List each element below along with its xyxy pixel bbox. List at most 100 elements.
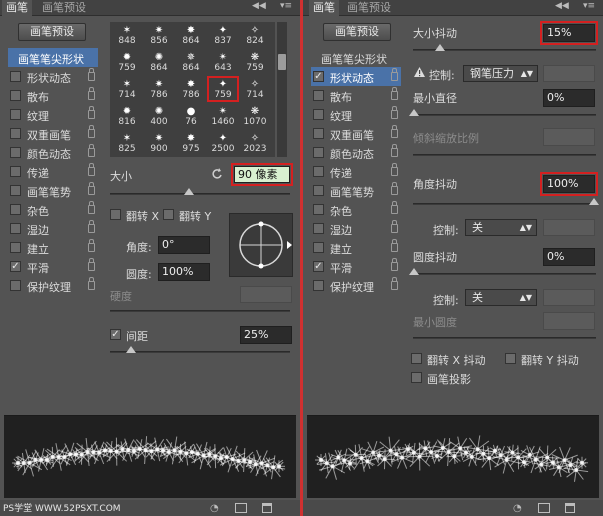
brush-presets-button[interactable]: 画笔预设 bbox=[323, 23, 391, 41]
lock-icon[interactable] bbox=[391, 125, 398, 138]
sidebar-item[interactable]: 颜色动态 bbox=[8, 143, 98, 162]
sidebar-item[interactable]: 画笔笔势 bbox=[8, 181, 98, 200]
sidebar-item[interactable]: 颜色动态 bbox=[311, 143, 401, 162]
sidebar-checkbox[interactable] bbox=[313, 223, 324, 234]
lock-icon[interactable] bbox=[391, 68, 398, 81]
flip-x-jitter-checkbox[interactable] bbox=[411, 353, 422, 364]
brush-tip-cell[interactable]: ✺ 864 bbox=[145, 51, 173, 74]
brush-grid-scrollbar[interactable] bbox=[277, 22, 287, 157]
size-slider[interactable] bbox=[110, 188, 290, 195]
lock-icon[interactable] bbox=[391, 239, 398, 252]
sidebar-item[interactable]: 建立 bbox=[8, 238, 98, 257]
lock-icon[interactable] bbox=[391, 258, 398, 271]
tab-brush[interactable]: 画笔 bbox=[2, 0, 32, 16]
min-diameter-input[interactable]: 0% bbox=[543, 89, 595, 107]
sidebar-checkbox[interactable] bbox=[313, 204, 324, 215]
toggle-brush-projection-icon[interactable]: ◔ bbox=[210, 503, 226, 514]
size-jitter-slider[interactable] bbox=[413, 44, 596, 51]
roundness-control-dropdown[interactable]: 关 ▲▼ bbox=[465, 289, 537, 306]
brush-tip-cell[interactable]: ✴ 1460 bbox=[209, 105, 237, 128]
brush-tip-cell[interactable]: ✦ 759 bbox=[207, 76, 239, 102]
brush-tip-cell[interactable]: ✸ 786 bbox=[177, 78, 205, 101]
sidebar-checkbox[interactable]: ✓ bbox=[10, 261, 21, 272]
spacing-input[interactable]: 25% bbox=[240, 326, 292, 344]
brush-tip-cell[interactable]: ✵ 864 bbox=[177, 51, 205, 74]
brush-tip-cell[interactable]: ❋ 759 bbox=[241, 51, 269, 74]
brush-tip-cell[interactable]: ✦ 2500 bbox=[209, 132, 237, 155]
min-diameter-slider[interactable] bbox=[409, 109, 596, 116]
new-brush-icon[interactable] bbox=[262, 503, 272, 513]
sidebar-item[interactable]: 双重画笔 bbox=[311, 124, 401, 143]
brush-tip-cell[interactable]: ✷ 900 bbox=[145, 132, 173, 155]
angle-jitter-slider[interactable] bbox=[413, 198, 599, 205]
sidebar-checkbox[interactable] bbox=[10, 128, 21, 139]
sidebar-item[interactable]: 画笔笔尖形状 bbox=[311, 48, 401, 67]
collapse-icon[interactable]: ◀◀ bbox=[252, 1, 266, 11]
toggle-brush-projection-icon[interactable]: ◔ bbox=[513, 503, 529, 514]
lock-icon[interactable] bbox=[88, 182, 95, 195]
lock-icon[interactable] bbox=[391, 220, 398, 233]
sidebar-item[interactable]: ✓ 平滑 bbox=[311, 257, 401, 276]
sidebar-checkbox[interactable] bbox=[10, 204, 21, 215]
sidebar-item[interactable]: 纹理 bbox=[311, 105, 401, 124]
tab-brush[interactable]: 画笔 bbox=[309, 0, 339, 16]
sidebar-item[interactable]: 散布 bbox=[311, 86, 401, 105]
tab-brush-presets[interactable]: 画笔预设 bbox=[38, 0, 90, 16]
sidebar-checkbox[interactable] bbox=[10, 90, 21, 101]
size-control-dropdown[interactable]: 钢笔压力 ▲▼ bbox=[463, 65, 538, 82]
brush-tip-cell[interactable]: ✶ 848 bbox=[113, 24, 141, 47]
new-brush-icon[interactable] bbox=[565, 503, 575, 513]
lock-icon[interactable] bbox=[391, 106, 398, 119]
sidebar-item[interactable]: 保护纹理 bbox=[311, 276, 401, 295]
flip-x-checkbox[interactable] bbox=[110, 209, 121, 220]
sidebar-item[interactable]: 画笔笔势 bbox=[311, 181, 401, 200]
sidebar-item[interactable]: 保护纹理 bbox=[8, 276, 98, 295]
sidebar-item[interactable]: ✓ 形状动态 bbox=[311, 67, 401, 86]
roundness-input[interactable]: 100% bbox=[158, 263, 210, 281]
lock-icon[interactable] bbox=[88, 106, 95, 119]
lock-icon[interactable] bbox=[391, 182, 398, 195]
flip-y-jitter-checkbox[interactable] bbox=[505, 353, 516, 364]
brush-tip-cell[interactable]: ✴ 643 bbox=[209, 51, 237, 74]
sidebar-checkbox[interactable] bbox=[313, 242, 324, 253]
sidebar-checkbox[interactable] bbox=[10, 109, 21, 120]
sidebar-checkbox[interactable] bbox=[313, 109, 324, 120]
size-jitter-input[interactable]: 15% bbox=[540, 21, 598, 45]
brush-projection-checkbox[interactable] bbox=[411, 372, 422, 383]
sidebar-item[interactable]: 形状动态 bbox=[8, 67, 98, 86]
brush-tip-cell[interactable]: ✸ 864 bbox=[177, 24, 205, 47]
size-input[interactable]: 90 像素 bbox=[231, 163, 293, 186]
brush-tip-cell[interactable]: ❋ 1070 bbox=[241, 105, 269, 128]
tab-brush-presets[interactable]: 画笔预设 bbox=[343, 0, 395, 16]
sidebar-checkbox[interactable] bbox=[313, 147, 324, 158]
sidebar-checkbox[interactable]: ✓ bbox=[313, 261, 324, 272]
brush-grid-icon[interactable] bbox=[538, 503, 550, 513]
sidebar-checkbox[interactable] bbox=[10, 166, 21, 177]
brush-tip-cell[interactable]: ✸ 975 bbox=[177, 132, 205, 155]
reset-size-icon[interactable] bbox=[210, 167, 224, 181]
sidebar-checkbox[interactable] bbox=[10, 185, 21, 196]
sidebar-item[interactable]: ✓ 平滑 bbox=[8, 257, 98, 276]
panel-menu-icon[interactable]: ▾≡ bbox=[583, 1, 595, 11]
sidebar-checkbox[interactable] bbox=[313, 90, 324, 101]
angle-control-dropdown[interactable]: 关 ▲▼ bbox=[465, 219, 537, 236]
lock-icon[interactable] bbox=[391, 87, 398, 100]
sidebar-checkbox[interactable] bbox=[10, 147, 21, 158]
sidebar-item[interactable]: 杂色 bbox=[8, 200, 98, 219]
lock-icon[interactable] bbox=[391, 277, 398, 290]
collapse-icon[interactable]: ◀◀ bbox=[555, 1, 569, 11]
sidebar-item[interactable]: 湿边 bbox=[311, 219, 401, 238]
brush-tip-cell[interactable]: ✶ 825 bbox=[113, 132, 141, 155]
sidebar-checkbox[interactable] bbox=[313, 128, 324, 139]
sidebar-item[interactable]: 散布 bbox=[8, 86, 98, 105]
angle-input[interactable]: 0° bbox=[158, 236, 210, 254]
brush-grid-icon[interactable] bbox=[235, 503, 247, 513]
sidebar-item[interactable]: 传递 bbox=[311, 162, 401, 181]
brush-tip-cell[interactable]: ✶ 714 bbox=[113, 78, 141, 101]
brush-tip-cell[interactable]: ✷ 856 bbox=[145, 24, 173, 47]
sidebar-checkbox[interactable] bbox=[10, 242, 21, 253]
sidebar-item[interactable]: 画笔笔尖形状 bbox=[8, 48, 98, 67]
sidebar-item[interactable]: 建立 bbox=[311, 238, 401, 257]
sidebar-checkbox[interactable] bbox=[313, 280, 324, 291]
sidebar-checkbox[interactable] bbox=[313, 185, 324, 196]
